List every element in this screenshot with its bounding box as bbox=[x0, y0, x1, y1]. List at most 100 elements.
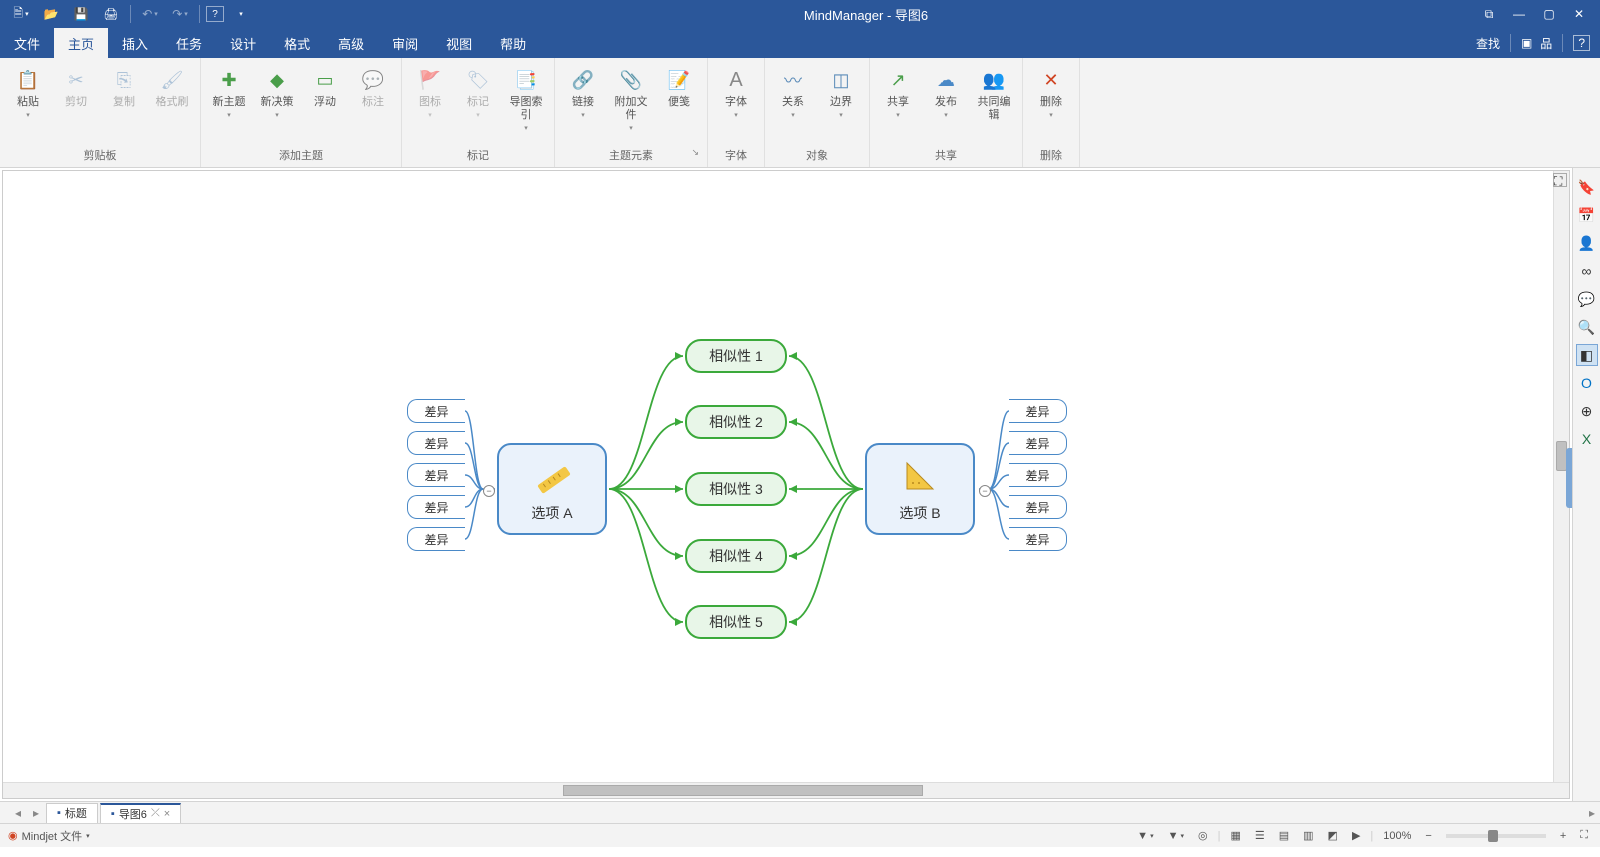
sitemap-icon[interactable]: 品 bbox=[1540, 35, 1552, 52]
side-excel-icon[interactable]: X bbox=[1576, 428, 1598, 450]
ribbon-便笺[interactable]: 📝便笺 bbox=[657, 62, 701, 113]
node-diff-right-4[interactable]: 差异 bbox=[1009, 495, 1067, 519]
node-similarity-2[interactable]: 相似性 2 bbox=[685, 405, 787, 439]
status-view-outline-icon[interactable]: ☰ bbox=[1251, 829, 1269, 842]
side-user-icon[interactable]: 👤 bbox=[1576, 232, 1598, 254]
node-diff-left-4[interactable]: 差异 bbox=[407, 495, 465, 519]
dialog-launcher-icon[interactable]: ↘ bbox=[691, 147, 699, 158]
ribbon-字体[interactable]: A字体▾ bbox=[714, 62, 758, 123]
horizontal-scroll-thumb[interactable] bbox=[563, 785, 923, 796]
zoom-slider[interactable] bbox=[1446, 834, 1546, 838]
node-diff-left-2[interactable]: 差异 bbox=[407, 431, 465, 455]
ribbon-导图索引[interactable]: 📑导图索引▾ bbox=[504, 62, 548, 136]
menu-tab-高级[interactable]: 高级 bbox=[324, 28, 378, 58]
status-target-icon[interactable]: ◎ bbox=[1194, 829, 1212, 842]
qat-save-icon[interactable]: 💾 bbox=[68, 3, 94, 25]
side-markers-icon[interactable]: 🔖 bbox=[1576, 176, 1598, 198]
node-diff-right-1[interactable]: 差异 bbox=[1009, 399, 1067, 423]
qat-more-icon[interactable]: ▾ bbox=[228, 3, 254, 25]
qat-undo-icon[interactable]: ↶▾ bbox=[137, 3, 163, 25]
side-search-icon[interactable]: 🔍 bbox=[1576, 316, 1598, 338]
node-diff-right-2[interactable]: 差异 bbox=[1009, 431, 1067, 455]
tab-scroll-right-icon[interactable]: ▸ bbox=[28, 806, 44, 820]
ribbon-粘贴[interactable]: 📋粘贴▾ bbox=[6, 62, 50, 123]
side-calendar-icon[interactable]: 📅 bbox=[1576, 204, 1598, 226]
side-browser-icon[interactable]: ⊕ bbox=[1576, 400, 1598, 422]
node-similarity-1[interactable]: 相似性 1 bbox=[685, 339, 787, 373]
document-tab-1[interactable]: ▪导图6 ⤫ × bbox=[100, 803, 181, 823]
fit-to-window-icon[interactable]: ⛶ bbox=[1553, 173, 1567, 187]
node-diff-left-3[interactable]: 差异 bbox=[407, 463, 465, 487]
status-view-present-icon[interactable]: ▶ bbox=[1348, 829, 1364, 842]
maximize-icon[interactable]: ▢ bbox=[1538, 3, 1560, 25]
ribbon-边界[interactable]: ◫边界▾ bbox=[819, 62, 863, 123]
collapse-left-icon[interactable]: − bbox=[483, 485, 495, 497]
node-diff-left-1[interactable]: 差异 bbox=[407, 399, 465, 423]
status-file-label[interactable]: Mindjet 文件 bbox=[22, 828, 83, 844]
zoom-out-icon[interactable]: − bbox=[1421, 830, 1435, 842]
menu-tab-文件[interactable]: 文件 bbox=[0, 28, 54, 58]
zoom-fit-icon[interactable]: ⛶ bbox=[1576, 829, 1592, 842]
side-comments-icon[interactable]: 💬 bbox=[1576, 288, 1598, 310]
menu-tab-任务[interactable]: 任务 bbox=[162, 28, 216, 58]
status-view-gantt-icon[interactable]: ▤ bbox=[1275, 829, 1293, 842]
document-tab-0[interactable]: ▪标题 bbox=[46, 803, 98, 823]
side-related-icon[interactable]: ∞ bbox=[1576, 260, 1598, 282]
ribbon-发布[interactable]: ☁发布▾ bbox=[924, 62, 968, 123]
qat-new-icon[interactable]: 🗎▾ bbox=[8, 3, 34, 25]
status-view-schedule-icon[interactable]: ▥ bbox=[1299, 829, 1317, 842]
restore-down-icon[interactable]: ⧉ bbox=[1478, 3, 1500, 25]
close-icon[interactable]: ✕ bbox=[1568, 3, 1590, 25]
side-outlook-icon[interactable]: O bbox=[1576, 372, 1598, 394]
menu-tab-插入[interactable]: 插入 bbox=[108, 28, 162, 58]
node-option-a[interactable]: 选项 A bbox=[497, 443, 607, 535]
menu-tab-审阅[interactable]: 审阅 bbox=[378, 28, 432, 58]
qat-print-icon[interactable]: 🖨 bbox=[98, 3, 124, 25]
status-file-dd-icon[interactable]: ▾ bbox=[86, 832, 90, 840]
ribbon-新主题[interactable]: ✚新主题▾ bbox=[207, 62, 251, 123]
minimize-icon[interactable]: — bbox=[1508, 3, 1530, 25]
menu-tab-主页[interactable]: 主页 bbox=[54, 28, 108, 58]
status-filter-icon[interactable]: ▼▾ bbox=[1133, 830, 1157, 842]
zoom-slider-thumb[interactable] bbox=[1488, 830, 1498, 842]
ribbon-删除[interactable]: ✕删除▾ bbox=[1029, 62, 1073, 123]
zoom-in-icon[interactable]: + bbox=[1556, 830, 1570, 842]
status-filter2-icon[interactable]: ▼▾ bbox=[1164, 830, 1188, 842]
help-icon[interactable]: ? bbox=[1573, 35, 1590, 51]
menu-tab-视图[interactable]: 视图 bbox=[432, 28, 486, 58]
menu-tab-设计[interactable]: 设计 bbox=[216, 28, 270, 58]
node-similarity-4[interactable]: 相似性 4 bbox=[685, 539, 787, 573]
tab-close-icon[interactable]: × bbox=[164, 808, 170, 820]
ribbon-共享[interactable]: ↗共享▾ bbox=[876, 62, 920, 123]
node-similarity-3[interactable]: 相似性 3 bbox=[685, 472, 787, 506]
qat-help-icon[interactable]: ? bbox=[206, 6, 224, 22]
qat-redo-icon[interactable]: ↷▾ bbox=[167, 3, 193, 25]
canvas[interactable]: 选项 A选项 B相似性 1相似性 2相似性 3相似性 4相似性 5差异差异差异差… bbox=[2, 170, 1570, 799]
collapse-ribbon-icon[interactable]: ▣ bbox=[1521, 36, 1532, 50]
horizontal-scrollbar[interactable] bbox=[3, 782, 1569, 798]
menu-tab-格式[interactable]: 格式 bbox=[270, 28, 324, 58]
ribbon-链接[interactable]: 🔗链接▾ bbox=[561, 62, 605, 123]
node-similarity-5[interactable]: 相似性 5 bbox=[685, 605, 787, 639]
ribbon-新决策[interactable]: ◆新决策▾ bbox=[255, 62, 299, 123]
search-label[interactable]: 查找 bbox=[1476, 35, 1500, 52]
ribbon-共同编辑[interactable]: 👥共同编辑 bbox=[972, 62, 1016, 126]
status-view-map-icon[interactable]: ▦ bbox=[1226, 829, 1244, 842]
qat-open-icon[interactable]: 📂 bbox=[38, 3, 64, 25]
node-diff-right-3[interactable]: 差异 bbox=[1009, 463, 1067, 487]
side-parts-icon[interactable]: ◧ bbox=[1576, 344, 1598, 366]
menu-tab-帮助[interactable]: 帮助 bbox=[486, 28, 540, 58]
ribbon-关系[interactable]: 〰关系▾ bbox=[771, 62, 815, 123]
status-view-tag-icon[interactable]: ◩ bbox=[1324, 829, 1342, 842]
tab-pin-icon[interactable]: ⤫ bbox=[151, 807, 160, 820]
node-diff-right-5[interactable]: 差异 bbox=[1009, 527, 1067, 551]
collapse-right-icon[interactable]: − bbox=[979, 485, 991, 497]
ribbon-附加文件[interactable]: 📎附加文件▾ bbox=[609, 62, 653, 136]
zoom-value[interactable]: 100% bbox=[1379, 830, 1415, 842]
node-option-b[interactable]: 选项 B bbox=[865, 443, 975, 535]
side-panel-handle[interactable] bbox=[1566, 448, 1572, 508]
tab-list-right-icon[interactable]: ▸ bbox=[1584, 806, 1600, 820]
ribbon-浮动[interactable]: ▭浮动 bbox=[303, 62, 347, 113]
tab-scroll-left-icon[interactable]: ◂ bbox=[10, 806, 26, 820]
node-diff-left-5[interactable]: 差异 bbox=[407, 527, 465, 551]
